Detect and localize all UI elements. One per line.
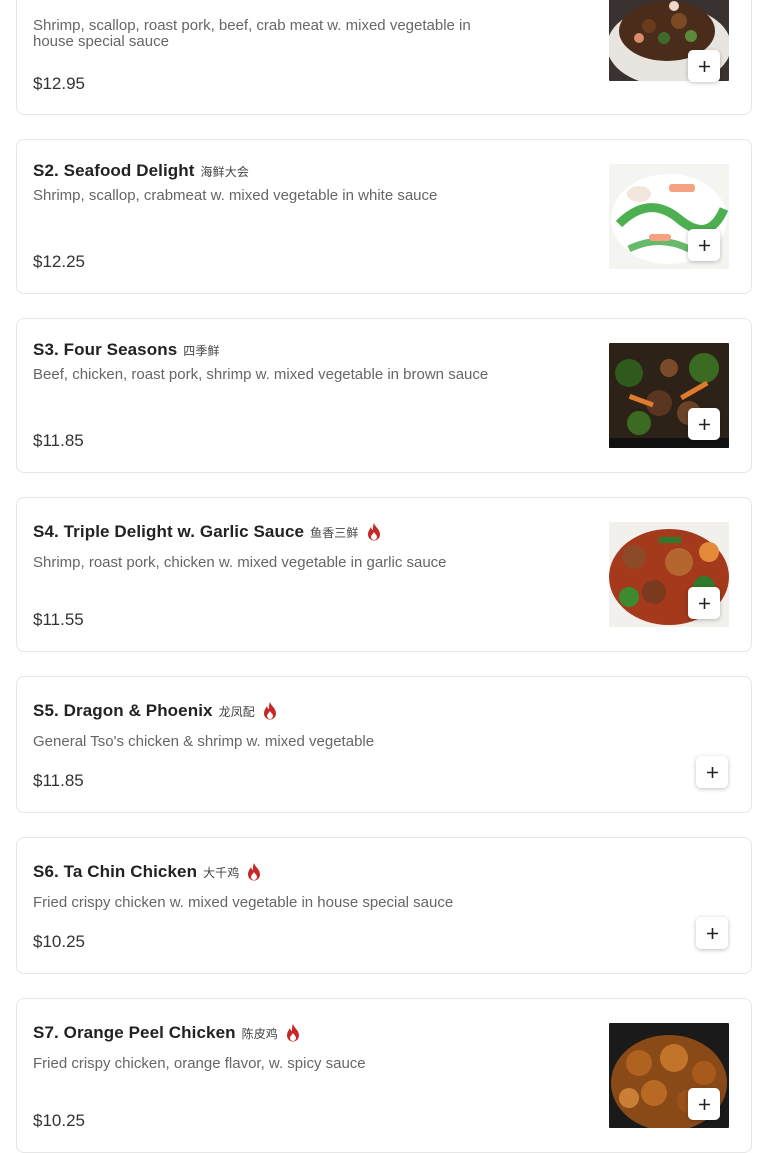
spicy-fire-icon — [286, 1024, 299, 1042]
item-name: S2. Seafood Delight — [33, 161, 195, 180]
spicy-fire-icon — [248, 863, 261, 881]
item-chinese-name: 海鲜大会 — [200, 164, 249, 179]
menu-item-card-s7[interactable]: S7. Orange Peel Chicken 陈皮鸡 Fried crispy… — [16, 998, 752, 1153]
add-to-cart-button[interactable] — [688, 229, 720, 261]
menu-item-card-s6[interactable]: S6. Ta Chin Chicken 大千鸡 Fried crispy chi… — [16, 837, 752, 974]
plus-icon — [698, 418, 710, 430]
item-name: S5. Dragon & Phoenix — [33, 701, 213, 720]
item-name: S6. Ta Chin Chicken — [33, 862, 198, 881]
item-price: $10.25 — [33, 1111, 85, 1130]
add-to-cart-button[interactable] — [688, 408, 720, 440]
item-chinese-name: 陈皮鸡 — [241, 1026, 278, 1041]
menu-item-card-s5[interactable]: S5. Dragon & Phoenix 龙凤配 General Tso's c… — [16, 676, 752, 813]
item-price: $11.55 — [33, 610, 84, 629]
item-chinese-name: 龙凤配 — [218, 704, 255, 719]
item-description: Fried crispy chicken, orange flavor, w. … — [33, 1055, 366, 1072]
add-to-cart-button[interactable] — [696, 756, 728, 788]
item-title: S7. Orange Peel Chicken 陈皮鸡 — [33, 1023, 302, 1043]
menu-item-card-s4[interactable]: S4. Triple Delight w. Garlic Sauce 鱼香三鲜 … — [16, 497, 752, 652]
item-description: Shrimp, scallop, roast pork, beef, crab … — [33, 17, 471, 50]
add-to-cart-button[interactable] — [696, 917, 728, 949]
item-description: General Tso's chicken & shrimp w. mixed … — [33, 733, 375, 750]
item-price: $11.85 — [33, 771, 84, 790]
item-price: $10.25 — [33, 932, 85, 951]
item-title: S2. Seafood Delight 海鲜大会 — [33, 161, 249, 181]
menu-item-card-s1[interactable]: Shrimp, scallop, roast pork, beef, crab … — [16, 0, 752, 115]
item-price: $11.85 — [33, 431, 84, 450]
item-price: $12.25 — [33, 252, 85, 271]
spicy-fire-icon — [263, 702, 276, 720]
item-title: S6. Ta Chin Chicken 大千鸡 — [33, 862, 263, 882]
item-description: Shrimp, roast pork, chicken w. mixed veg… — [33, 554, 447, 571]
item-chinese-name: 大千鸡 — [203, 865, 240, 880]
plus-icon — [706, 927, 718, 939]
plus-icon — [706, 766, 718, 778]
item-name: S7. Orange Peel Chicken — [33, 1023, 236, 1042]
add-to-cart-button[interactable] — [688, 587, 720, 619]
spicy-fire-icon — [367, 523, 380, 541]
add-to-cart-button[interactable] — [688, 50, 720, 82]
item-description: Fried crispy chicken w. mixed vegetable … — [33, 894, 454, 911]
item-title: S3. Four Seasons 四季鲜 — [33, 340, 220, 360]
plus-icon — [698, 1098, 710, 1110]
item-chinese-name: 鱼香三鲜 — [310, 525, 359, 540]
item-name: S3. Four Seasons — [33, 340, 178, 359]
item-name: S4. Triple Delight w. Garlic Sauce — [33, 522, 305, 541]
item-title: S5. Dragon & Phoenix 龙凤配 — [33, 701, 279, 721]
plus-icon — [698, 597, 710, 609]
menu-item-card-s3[interactable]: S3. Four Seasons 四季鲜 Beef, chicken, roas… — [16, 318, 752, 473]
plus-icon — [698, 239, 710, 251]
item-description: Shrimp, scallop, crabmeat w. mixed veget… — [33, 187, 438, 204]
item-description: Beef, chicken, roast pork, shrimp w. mix… — [33, 366, 489, 383]
item-title: S4. Triple Delight w. Garlic Sauce 鱼香三鲜 — [33, 522, 383, 542]
add-to-cart-button[interactable] — [688, 1088, 720, 1120]
menu-item-card-s2[interactable]: S2. Seafood Delight 海鲜大会 Shrimp, scallop… — [16, 139, 752, 294]
plus-icon — [698, 60, 710, 72]
item-price: $12.95 — [33, 74, 85, 93]
item-chinese-name: 四季鲜 — [183, 343, 220, 358]
